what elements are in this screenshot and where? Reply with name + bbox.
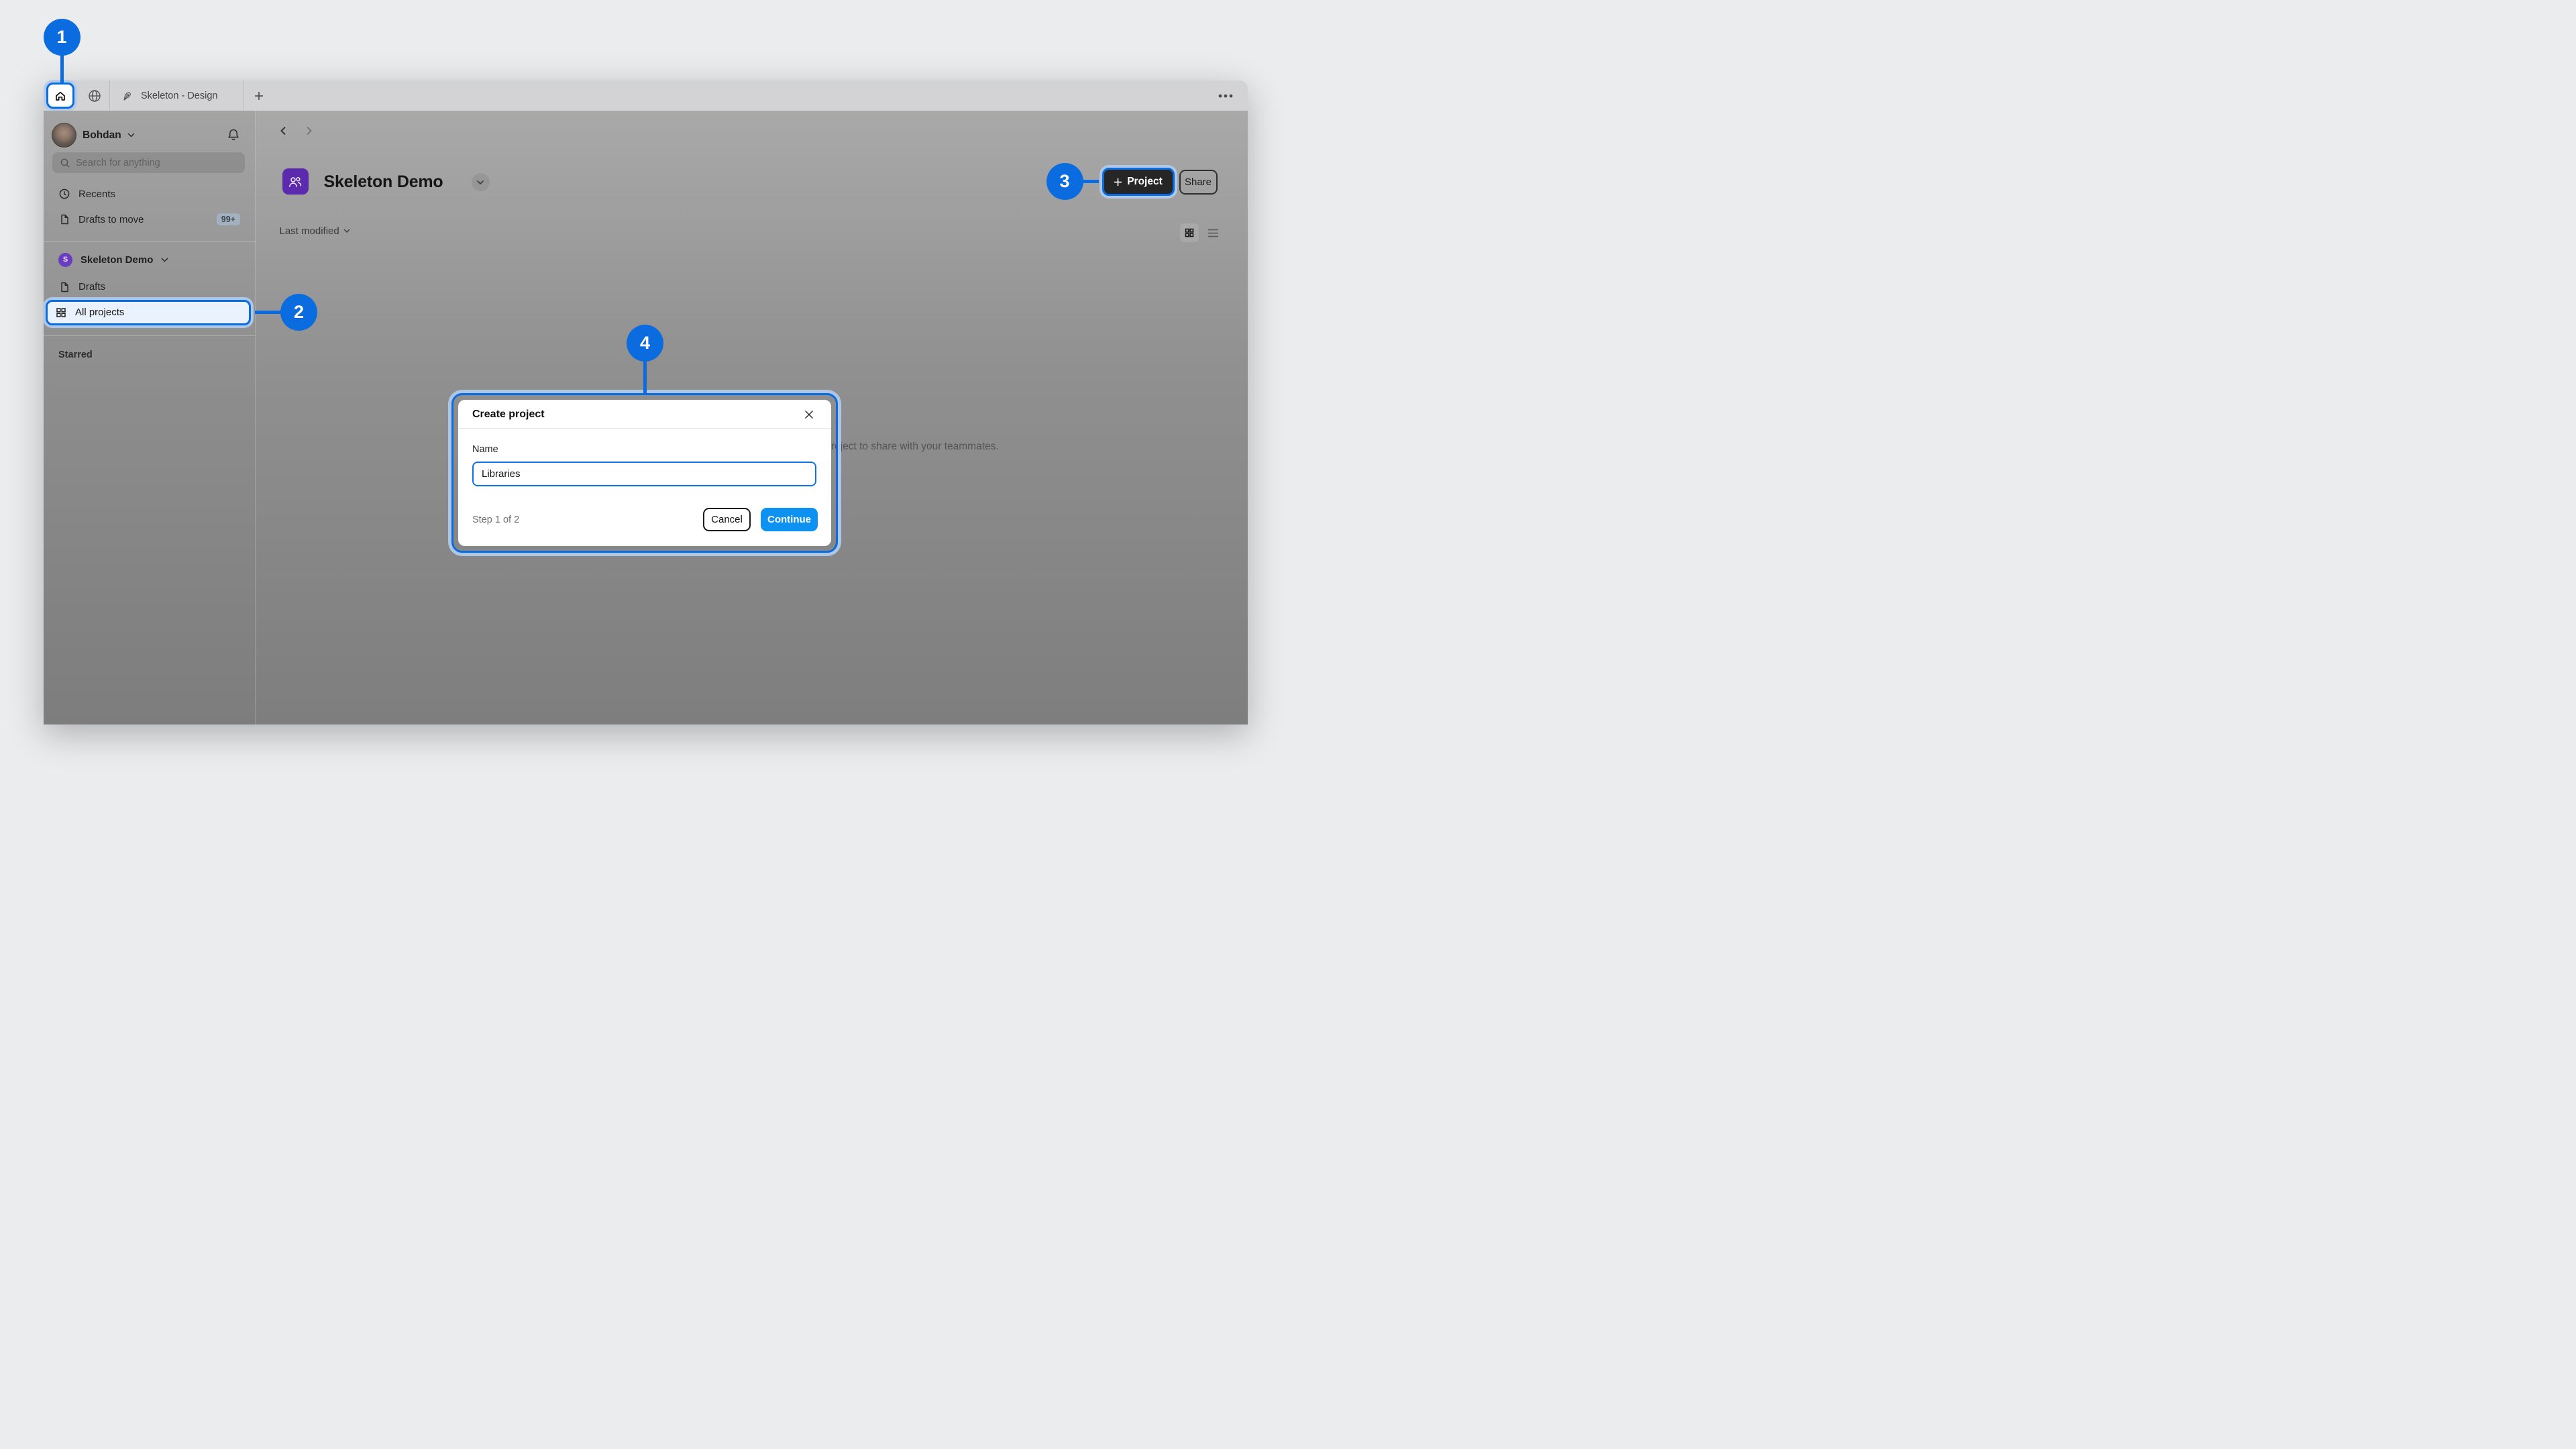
list-view-icon [1208, 229, 1219, 237]
continue-button[interactable]: Continue [761, 508, 818, 531]
project-name-input[interactable] [472, 462, 816, 486]
step-4-number: 4 [640, 333, 650, 354]
tab-bar: Skeleton - Design [44, 80, 1248, 111]
chevron-down-icon [343, 229, 350, 233]
tab-label: Skeleton - Design [141, 91, 217, 101]
chevron-down-icon [127, 133, 135, 138]
team-icon [282, 168, 309, 195]
page-title: Skeleton Demo [324, 172, 443, 192]
sidebar-item-label: Drafts to move [78, 214, 144, 225]
file-icon [58, 213, 70, 225]
sidebar-divider [44, 335, 256, 336]
step-3-number: 3 [1059, 171, 1069, 192]
team-avatar: S [58, 253, 72, 267]
share-label: Share [1185, 176, 1212, 188]
step-4-connector [643, 360, 647, 393]
home-button[interactable] [46, 83, 74, 109]
step-2-number: 2 [294, 302, 304, 323]
step-2-badge: 2 [280, 294, 317, 331]
sidebar-item-label: All projects [75, 307, 124, 318]
sidebar-item-label: Drafts [78, 281, 105, 292]
new-project-label: Project [1127, 176, 1163, 188]
new-tab-button[interactable] [244, 80, 274, 111]
team-name: Skeleton Demo [80, 254, 153, 266]
globe-icon [87, 89, 102, 103]
sidebar-item-drafts-to-move[interactable]: Drafts to move 99+ [52, 208, 246, 231]
share-button[interactable]: Share [1179, 170, 1218, 195]
step-1-connector [60, 54, 64, 83]
ellipsis-icon [1218, 93, 1234, 99]
grid-view-toggle[interactable] [1180, 223, 1199, 242]
create-project-dialog: Create project Name Step 1 of 2 Cancel C… [458, 400, 831, 546]
back-button[interactable] [278, 125, 290, 137]
plus-icon [1114, 178, 1122, 186]
step-indicator: Step 1 of 2 [472, 515, 519, 525]
starred-section-header: Starred [58, 350, 93, 360]
bell-icon [226, 127, 241, 142]
search-box[interactable] [52, 152, 245, 173]
window-menu-button[interactable] [1211, 80, 1240, 111]
community-button[interactable] [80, 80, 109, 111]
count-badge: 99+ [217, 213, 240, 225]
sort-dropdown[interactable]: Last modified [280, 225, 350, 237]
team-switcher[interactable]: S Skeleton Demo [52, 248, 246, 271]
user-name: Bohdan [83, 129, 121, 142]
chevron-down-icon [161, 258, 168, 262]
list-view-toggle[interactable] [1204, 223, 1223, 242]
grid-view-icon [1184, 227, 1195, 238]
file-icon [58, 281, 70, 293]
close-icon [803, 409, 815, 421]
dialog-title: Create project [472, 409, 545, 421]
search-icon [60, 158, 70, 168]
step-1-number: 1 [56, 27, 66, 48]
name-field-label: Name [472, 444, 498, 455]
sidebar-item-drafts[interactable]: Drafts [52, 276, 246, 299]
avatar [52, 123, 76, 148]
close-button[interactable] [803, 409, 815, 421]
sidebar-item-recents[interactable]: Recents [52, 182, 246, 205]
step-2-connector [255, 311, 283, 314]
notifications-button[interactable] [226, 127, 241, 142]
step-1-badge: 1 [44, 19, 80, 56]
account-switcher[interactable]: Bohdan [52, 123, 135, 148]
sidebar-item-label: Recents [78, 189, 115, 200]
cancel-label: Cancel [711, 514, 743, 525]
search-input[interactable] [76, 158, 223, 168]
new-project-button[interactable]: Project [1102, 168, 1175, 196]
sidebar: Bohdan [44, 111, 256, 724]
page-background: Skeleton - Design [0, 0, 1288, 724]
sidebar-divider [44, 241, 256, 242]
people-icon [287, 174, 303, 190]
plus-icon [253, 90, 265, 102]
dialog-divider [458, 428, 831, 429]
forward-button[interactable] [303, 125, 315, 137]
tab-skeleton-design[interactable]: Skeleton - Design [110, 80, 244, 111]
continue-label: Continue [767, 514, 811, 525]
team-menu-button[interactable] [472, 173, 490, 191]
step-4-badge: 4 [627, 325, 663, 362]
sort-label: Last modified [280, 225, 339, 237]
clock-icon [58, 188, 70, 200]
pen-icon [122, 90, 134, 102]
step-3-badge: 3 [1046, 163, 1083, 200]
grid-icon [55, 307, 67, 319]
sidebar-item-all-projects[interactable]: All projects [46, 300, 251, 325]
step-3-connector [1081, 180, 1099, 183]
cancel-button[interactable]: Cancel [703, 508, 751, 531]
home-icon [54, 89, 67, 103]
